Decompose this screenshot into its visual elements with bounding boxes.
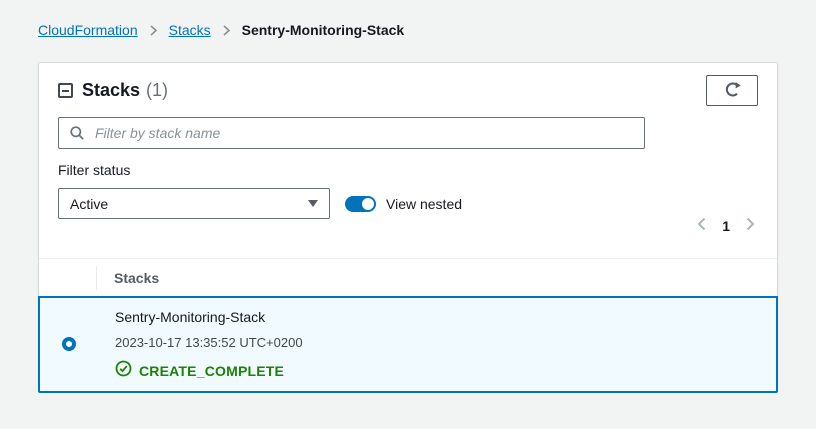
check-circle-icon xyxy=(115,360,132,382)
view-nested-label: View nested xyxy=(386,196,462,212)
stack-created-timestamp: 2023-10-17 13:35:52 UTC+0200 xyxy=(115,335,303,350)
pagination: 1 xyxy=(694,214,758,237)
collapse-section-icon[interactable] xyxy=(58,83,73,98)
filter-status-label: Filter status xyxy=(58,162,130,178)
stacks-panel: Stacks (1) Filter status Active xyxy=(38,62,778,392)
chevron-right-icon xyxy=(222,24,231,37)
chevron-right-icon xyxy=(745,216,756,235)
breadcrumb-link-cloudformation[interactable]: CloudFormation xyxy=(38,22,138,38)
stack-radio-button[interactable] xyxy=(62,337,76,351)
table-header-row: Stacks xyxy=(39,259,777,297)
chevron-left-icon xyxy=(696,216,707,235)
view-nested-toggle[interactable] xyxy=(345,196,376,212)
search-field-wrap xyxy=(58,117,645,149)
stack-row-content: Sentry-Monitoring-Stack 2023-10-17 13:35… xyxy=(97,298,303,391)
column-divider xyxy=(96,266,97,290)
filter-row: Active View nested xyxy=(58,188,462,219)
stack-row[interactable]: Sentry-Monitoring-Stack 2023-10-17 13:35… xyxy=(38,296,778,393)
refresh-button[interactable] xyxy=(706,75,758,106)
refresh-icon xyxy=(724,81,741,101)
chevron-down-icon xyxy=(308,200,318,207)
breadcrumb-link-stacks[interactable]: Stacks xyxy=(169,22,211,38)
status-filter-dropdown[interactable]: Active xyxy=(58,188,330,219)
chevron-right-icon xyxy=(149,24,158,37)
breadcrumb: CloudFormation Stacks Sentry-Monitoring-… xyxy=(38,22,404,38)
radio-cell xyxy=(40,298,97,391)
stack-status: CREATE_COMPLETE xyxy=(115,360,303,382)
panel-title: Stacks xyxy=(82,80,140,101)
column-header-stacks: Stacks xyxy=(114,270,159,286)
page-number-current[interactable]: 1 xyxy=(722,218,730,234)
stack-status-text: CREATE_COMPLETE xyxy=(139,363,284,379)
search-input[interactable] xyxy=(58,117,645,149)
view-nested-group: View nested xyxy=(345,196,462,212)
status-filter-value: Active xyxy=(70,196,108,212)
next-page-button[interactable] xyxy=(743,214,758,237)
panel-header: Stacks (1) xyxy=(58,75,758,106)
stack-count: (1) xyxy=(146,80,168,101)
stacks-table: Stacks xyxy=(39,258,777,297)
stack-name: Sentry-Monitoring-Stack xyxy=(115,309,303,325)
previous-page-button[interactable] xyxy=(694,214,709,237)
breadcrumb-current: Sentry-Monitoring-Stack xyxy=(242,22,405,38)
